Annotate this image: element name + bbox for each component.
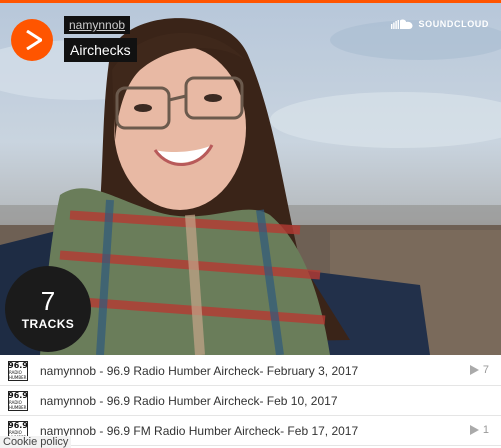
playlist-title[interactable]: Airchecks: [64, 38, 137, 62]
track-row[interactable]: 96.9 RADIO HUMBER namynnob - 96.9 Radio …: [0, 386, 501, 416]
track-thumbnail: 96.9 RADIO HUMBER: [8, 360, 28, 381]
artist-link[interactable]: namynnob: [64, 16, 131, 34]
play-triangle-icon: [469, 425, 479, 435]
soundcloud-brand-text: SOUNDCLOUD: [418, 19, 489, 29]
track-count-label: TRACKS: [21, 317, 75, 331]
track-row[interactable]: 96.9 RADIO HUMBER namynnob - 96.9 Radio …: [0, 356, 501, 386]
play-icon: [25, 30, 42, 50]
track-count-number: 7: [40, 286, 56, 316]
track-title[interactable]: namynnob - 96.9 Radio Humber Aircheck- F…: [40, 394, 338, 408]
play-button[interactable]: [11, 19, 53, 61]
soundcloud-cloud-icon: [390, 19, 412, 29]
track-title[interactable]: namynnob - 96.9 Radio Humber Aircheck- F…: [40, 364, 358, 378]
track-title[interactable]: namynnob - 96.9 FM Radio Humber Aircheck…: [40, 424, 358, 438]
track-play-count: 1: [469, 424, 489, 436]
track-row[interactable]: 96.9 RADIO HUMBER namynnob - 96.9 FM Rad…: [0, 416, 501, 446]
track-thumbnail: 96.9 RADIO HUMBER: [8, 390, 28, 411]
accent-bar: [0, 0, 501, 3]
cookie-policy-link[interactable]: Cookie policy: [0, 436, 72, 448]
play-triangle-icon: [469, 365, 479, 375]
soundcloud-logo[interactable]: SOUNDCLOUD: [390, 19, 490, 29]
track-play-count: 7: [469, 364, 489, 376]
track-list: 96.9 RADIO HUMBER namynnob - 96.9 Radio …: [0, 356, 501, 448]
track-count-badge: 7 TRACKS: [5, 266, 91, 352]
soundcloud-widget: namynnob Airchecks SOUNDCLOUD 7 TRACKS 9…: [0, 0, 501, 448]
